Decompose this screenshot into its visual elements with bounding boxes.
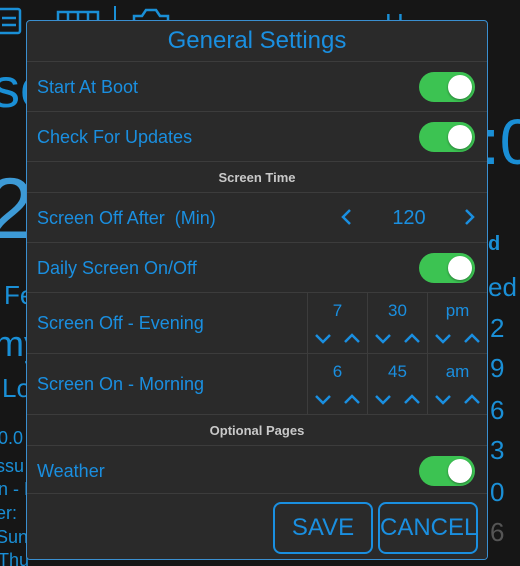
section-header-optional-pages: Optional Pages [27, 414, 487, 445]
evening-ampm-picker: pm [427, 293, 487, 353]
background-fragment: d [488, 233, 501, 255]
background-fragment: er: [0, 503, 18, 523]
background-fragment: 6 [490, 395, 505, 425]
chevron-right-icon[interactable] [459, 205, 481, 229]
screen-off-evening-row: Screen Off - Evening 7 30 pm [27, 292, 487, 353]
chevron-up-icon[interactable] [461, 329, 483, 347]
start-at-boot-label: Start At Boot [37, 77, 139, 97]
toggle-knob [448, 125, 472, 149]
start-at-boot-row: Start At Boot [27, 61, 487, 111]
daily-screen-row: Daily Screen On/Off [27, 242, 487, 292]
screen-off-after-value: 120 [392, 207, 426, 229]
toggle-knob [448, 256, 472, 280]
background-fragment: 3 [490, 435, 505, 465]
start-at-boot-toggle[interactable] [419, 72, 475, 102]
dialog-footer: SAVE CANCEL [27, 493, 487, 559]
morning-minute-value: 45 [388, 362, 407, 381]
weather-toggle[interactable] [419, 456, 475, 486]
screen-off-after-stepper: 120 [335, 193, 485, 243]
background-fragment: Thu [0, 550, 30, 566]
chevron-up-icon[interactable] [341, 329, 363, 347]
evening-ampm-value: pm [445, 301, 470, 320]
screen-off-evening-label: Screen Off - Evening [37, 313, 204, 333]
weather-label: Weather [37, 461, 105, 481]
chevron-down-icon[interactable] [432, 329, 454, 347]
background-fragment: ssu [0, 456, 25, 476]
toggle-knob [448, 459, 472, 483]
check-for-updates-toggle[interactable] [419, 122, 475, 152]
general-settings-dialog: General Settings Start At Boot Check For… [26, 20, 488, 560]
chevron-down-icon[interactable] [312, 390, 334, 408]
background-fragment: 0.0 [0, 428, 24, 448]
evening-hour-value: 7 [332, 301, 343, 320]
background-fragment: Sun [0, 527, 29, 547]
morning-hour-picker: 6 [307, 354, 367, 414]
background-fragment: 0 [490, 477, 505, 507]
chevron-up-icon[interactable] [461, 390, 483, 408]
chevron-up-icon[interactable] [341, 390, 363, 408]
screen-on-morning-label: Screen On - Morning [37, 374, 205, 394]
screen-off-after-label: Screen Off After (Min) [37, 208, 216, 228]
evening-minute-picker: 30 [367, 293, 427, 353]
save-button[interactable]: SAVE [273, 502, 373, 554]
chevron-left-icon[interactable] [335, 205, 357, 229]
toggle-knob [448, 75, 472, 99]
chevron-up-icon[interactable] [401, 390, 423, 408]
screen-on-morning-row: Screen On - Morning 6 45 am [27, 353, 487, 414]
chevron-down-icon[interactable] [312, 329, 334, 347]
cancel-button[interactable]: CANCEL [378, 502, 478, 554]
chevron-up-icon[interactable] [401, 329, 423, 347]
morning-ampm-value: am [445, 362, 470, 381]
check-for-updates-row: Check For Updates [27, 111, 487, 161]
chevron-down-icon[interactable] [432, 390, 454, 408]
section-header-screen-time: Screen Time [27, 161, 487, 192]
morning-hour-value: 6 [332, 362, 343, 381]
background-fragment: 2 [490, 313, 505, 343]
background-fragment: 6 [490, 517, 505, 547]
screen-off-after-row: Screen Off After (Min) 120 [27, 192, 487, 242]
daily-screen-toggle[interactable] [419, 253, 475, 283]
chevron-down-icon[interactable] [372, 329, 394, 347]
background-fragment: 9 [490, 353, 505, 383]
background-fragment: ed [488, 272, 517, 302]
chevron-down-icon[interactable] [372, 390, 394, 408]
evening-hour-picker: 7 [307, 293, 367, 353]
morning-ampm-picker: am [427, 354, 487, 414]
evening-minute-value: 30 [388, 301, 407, 320]
dialog-title: General Settings [167, 27, 347, 54]
daily-screen-label: Daily Screen On/Off [37, 258, 197, 278]
morning-minute-picker: 45 [367, 354, 427, 414]
weather-row: Weather [27, 445, 487, 495]
list-icon [0, 7, 22, 35]
check-for-updates-label: Check For Updates [37, 127, 193, 147]
